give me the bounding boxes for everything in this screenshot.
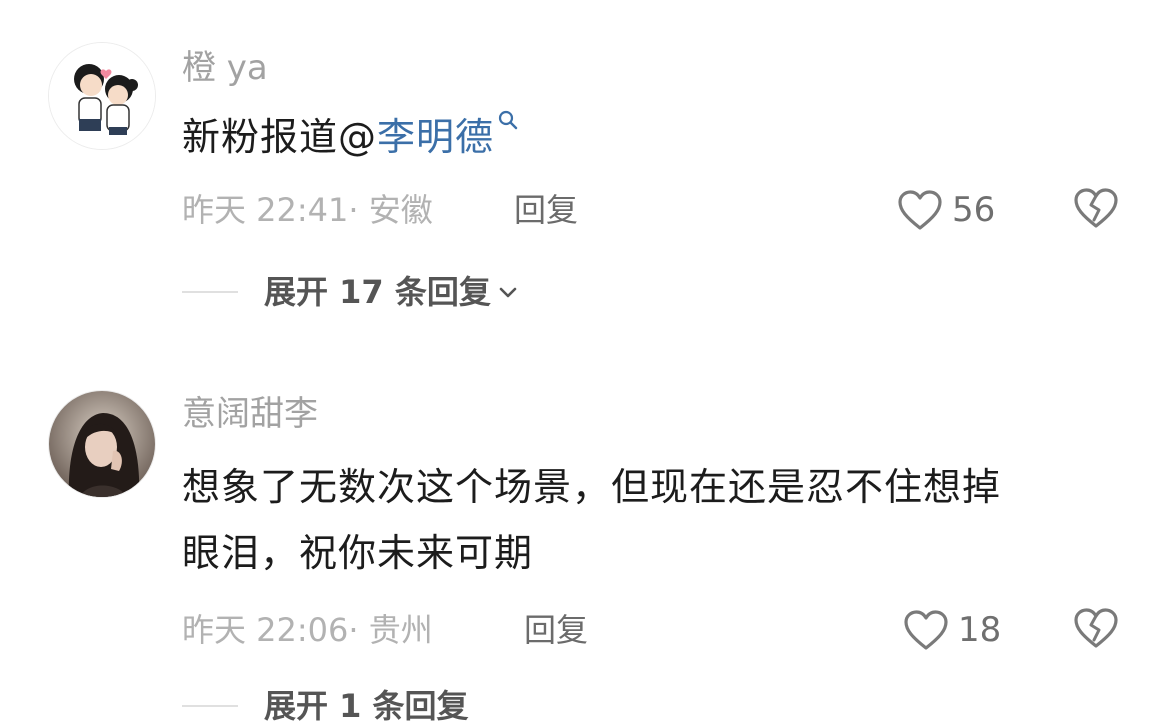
comment-time-location: 昨天 22:41· 安徽	[182, 191, 433, 229]
comment-content: 新粉报道@李明德	[182, 104, 1122, 170]
comment-username[interactable]: 橙 ya	[182, 48, 268, 88]
chevron-down-icon	[499, 287, 517, 298]
comment-content: 想象了无数次这个场景，但现在还是忍不住想掉 眼泪，祝你未来可期	[182, 454, 1122, 586]
reply-button[interactable]: 回复	[514, 190, 578, 230]
dislike-button[interactable]	[1072, 606, 1120, 654]
expand-replies[interactable]: 展开 1 条回复	[182, 684, 469, 728]
like-count: 18	[958, 610, 1002, 650]
comment-item: 意阔甜李 想象了无数次这个场景，但现在还是忍不住想掉 眼泪，祝你未来可期 昨天 …	[0, 340, 1170, 725]
search-icon[interactable]	[496, 108, 520, 132]
comment-item: 橙 ya 新粉报道@李明德 昨天 22:41· 安徽 回复 56 展开 17 条…	[0, 0, 1170, 340]
broken-heart-icon	[1074, 608, 1118, 648]
avatar[interactable]	[48, 42, 156, 150]
comment-text-line: 眼泪，祝你未来可期	[182, 531, 534, 575]
expand-replies[interactable]: 展开 17 条回复	[182, 270, 519, 314]
like-button[interactable]: 56	[896, 186, 995, 234]
mention-link[interactable]: 李明德	[377, 115, 494, 159]
comment-time-location: 昨天 22:06· 贵州	[182, 611, 433, 649]
comment-text: 新粉报道@	[182, 115, 378, 159]
broken-heart-icon	[1074, 188, 1118, 228]
avatar[interactable]	[48, 390, 156, 498]
like-button[interactable]: 18	[902, 606, 1001, 654]
expand-replies-label: 展开 1 条回复	[264, 687, 469, 725]
reply-button[interactable]: 回复	[524, 610, 588, 650]
comment-username[interactable]: 意阔甜李	[182, 394, 318, 434]
heart-outline-icon	[904, 610, 948, 650]
divider	[182, 705, 238, 707]
dislike-button[interactable]	[1072, 186, 1120, 234]
heart-outline-icon	[898, 190, 942, 230]
expand-replies-label: 展开 17 条回复	[264, 273, 491, 311]
divider	[182, 291, 238, 293]
comment-text-line: 想象了无数次这个场景，但现在还是忍不住想掉	[182, 465, 1002, 509]
like-count: 56	[952, 190, 996, 230]
